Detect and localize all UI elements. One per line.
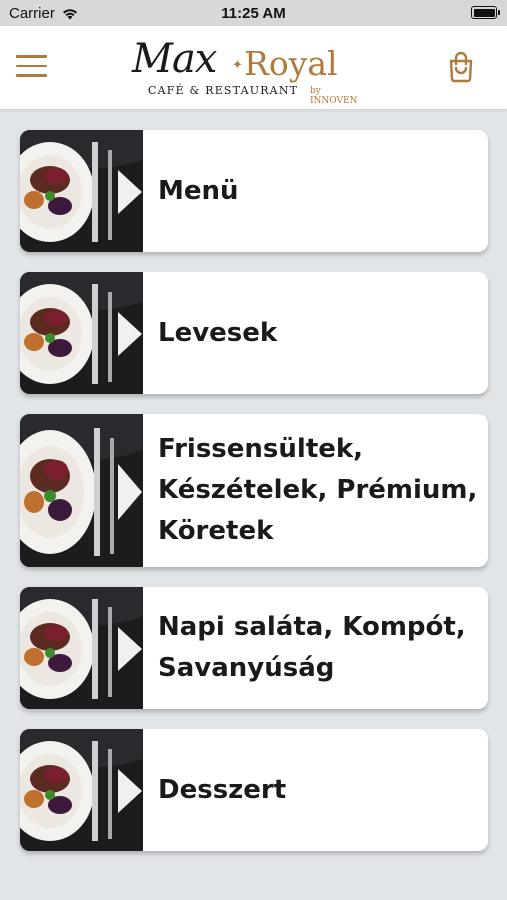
- battery-icon: [471, 6, 500, 19]
- category-card-menu[interactable]: Menü: [20, 130, 488, 252]
- logo-max-text: Max: [132, 36, 217, 82]
- logo-star-icon: ✦: [232, 58, 243, 73]
- category-label: Napi saláta, Kompót, Savanyúság: [158, 612, 466, 683]
- app-logo: Max ✦ Royal CAFÉ & RESTAURANT by INNOVEN: [128, 36, 368, 106]
- category-label: Menü: [158, 175, 239, 206]
- category-card-levesek[interactable]: Levesek: [20, 272, 488, 394]
- category-card-napi-salata[interactable]: Napi saláta, Kompót, Savanyúság: [20, 587, 488, 709]
- clock: 11:25 AM: [221, 5, 286, 22]
- logo-byline: by INNOVEN: [310, 86, 358, 106]
- status-bar: Carrier 11:25 AM: [0, 0, 507, 26]
- category-thumbnail: [20, 272, 143, 394]
- category-label: Frissensültek, Készételek, Prémium, Köre…: [158, 434, 478, 546]
- category-label: Desszert: [158, 774, 287, 805]
- category-card-desszert[interactable]: Desszert: [20, 729, 488, 851]
- logo-royal-text: Royal: [244, 44, 338, 83]
- category-thumbnail: [20, 587, 143, 709]
- hamburger-menu-icon[interactable]: [16, 55, 47, 81]
- category-label: Levesek: [158, 317, 278, 348]
- category-thumbnail: [20, 130, 143, 252]
- category-card-frissensultek[interactable]: Frissensültek, Készételek, Prémium, Köre…: [20, 414, 488, 567]
- logo-subtitle: CAFÉ & RESTAURANT: [148, 84, 299, 97]
- app-header: Max ✦ Royal CAFÉ & RESTAURANT by INNOVEN: [0, 26, 507, 110]
- category-thumbnail: [20, 729, 143, 851]
- shopping-bag-icon[interactable]: [446, 51, 476, 83]
- category-thumbnail: [20, 414, 143, 567]
